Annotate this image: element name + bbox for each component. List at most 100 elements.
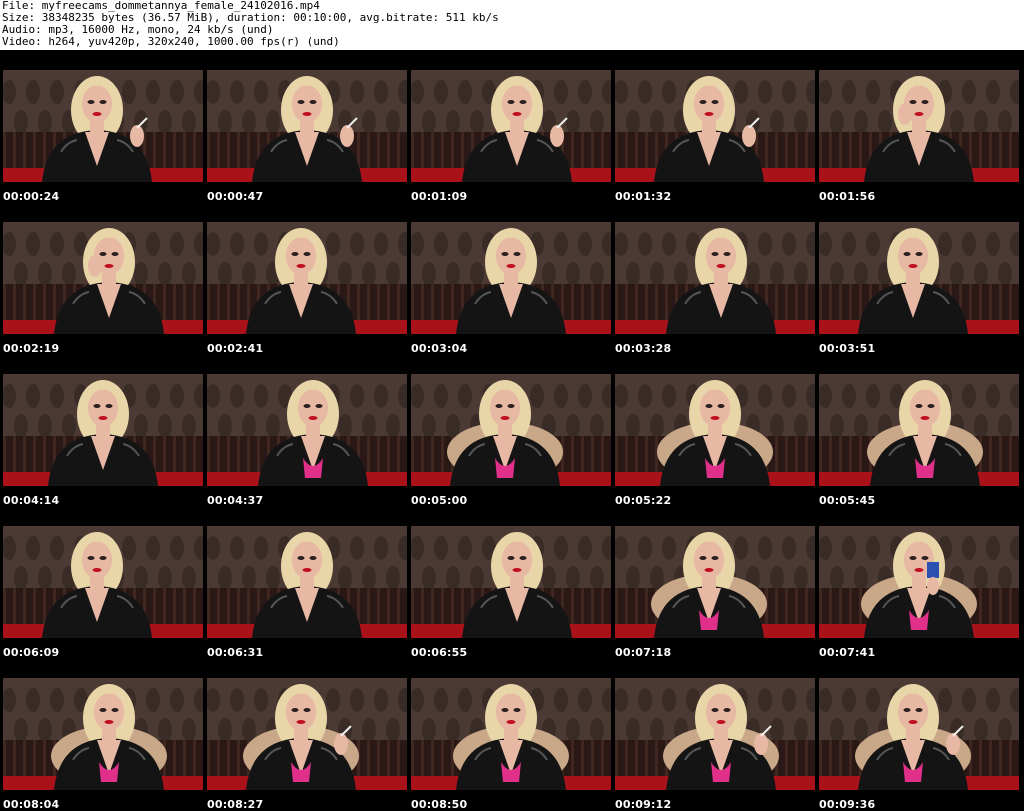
thumbnail-cell: 00:06:09 [3,526,203,678]
thumbnail-timestamp: 00:05:00 [411,494,468,507]
thumbnail-timestamp: 00:03:28 [615,342,672,355]
thumbnail-timestamp: 00:08:04 [3,798,60,811]
thumbnail-timestamp: 00:08:27 [207,798,264,811]
video-frame-thumbnail [819,526,1019,638]
video-frame-thumbnail [207,526,407,638]
frame-image [3,526,203,638]
contact-sheet: 00:00:24 00:00:47 00:01:09 00:01:32 00:01:56… [0,50,1024,811]
thumbnail-cell: 00:07:18 [615,526,815,678]
frame-image [819,526,1019,638]
frame-image [819,70,1019,182]
video-frame-thumbnail [207,678,407,790]
video-frame-thumbnail [615,374,815,486]
thumbnail-cell: 00:02:19 [3,222,203,374]
video-frame-thumbnail [3,678,203,790]
video-frame-thumbnail [3,374,203,486]
thumbnail-timestamp: 00:01:09 [411,190,468,203]
video-frame-thumbnail [615,70,815,182]
thumbnail-timestamp: 00:07:41 [819,646,876,659]
video-frame-thumbnail [819,70,1019,182]
thumbnail-timestamp: 00:01:32 [615,190,672,203]
video-frame-thumbnail [615,526,815,638]
frame-image [3,222,203,334]
thumbnail-cell: 00:03:04 [411,222,611,374]
thumbnail-cell: 00:08:04 [3,678,203,811]
thumbnail-cell: 00:00:47 [207,70,407,222]
thumbnail-cell: 00:09:36 [819,678,1019,811]
thumbnail-timestamp: 00:04:37 [207,494,264,507]
frame-image [615,374,815,486]
thumbnail-timestamp: 00:01:56 [819,190,876,203]
video-frame-thumbnail [3,222,203,334]
video-frame-thumbnail [3,526,203,638]
thumbnail-timestamp: 00:00:24 [3,190,60,203]
video-frame-thumbnail [411,374,611,486]
frame-image [207,374,407,486]
thumbnail-cell: 00:01:32 [615,70,815,222]
thumbnail-timestamp: 00:06:55 [411,646,468,659]
file-info-header: File: myfreecams_dommetannya_female_2410… [2,0,1022,50]
thumbnail-cell: 00:00:24 [3,70,203,222]
thumbnail-timestamp: 00:05:22 [615,494,672,507]
video-frame-thumbnail [819,374,1019,486]
video-frame-thumbnail [411,526,611,638]
thumbnail-timestamp: 00:00:47 [207,190,264,203]
frame-image [411,374,611,486]
thumbnail-cell: 00:05:00 [411,374,611,526]
thumbnail-cell: 00:04:37 [207,374,407,526]
thumbnail-cell: 00:06:31 [207,526,407,678]
thumbnail-timestamp: 00:06:31 [207,646,264,659]
thumbnail-cell: 00:03:51 [819,222,1019,374]
frame-image [819,222,1019,334]
frame-image [615,678,815,790]
frame-image [3,70,203,182]
frame-image [411,70,611,182]
thumbnail-cell: 00:09:12 [615,678,815,811]
thumbnail-timestamp: 00:05:45 [819,494,876,507]
thumbnail-timestamp: 00:09:12 [615,798,672,811]
frame-image [3,374,203,486]
video-frame-thumbnail [207,374,407,486]
thumbnail-cell: 00:01:09 [411,70,611,222]
thumbnail-timestamp: 00:04:14 [3,494,60,507]
frame-image [615,526,815,638]
frame-image [207,526,407,638]
thumbnail-cell: 00:01:56 [819,70,1019,222]
frame-image [207,70,407,182]
thumbnail-timestamp: 00:09:36 [819,798,876,811]
video-frame-thumbnail [411,70,611,182]
thumbnail-timestamp: 00:08:50 [411,798,468,811]
video-frame-thumbnail [3,70,203,182]
thumbnail-cell: 00:06:55 [411,526,611,678]
frame-image [207,678,407,790]
frame-image [615,222,815,334]
thumbnail-cell: 00:02:41 [207,222,407,374]
frame-image [207,222,407,334]
video-frame-thumbnail [615,222,815,334]
video-frame-thumbnail [411,222,611,334]
frame-image [819,678,1019,790]
thumbnail-cell: 00:04:14 [3,374,203,526]
thumbnail-cell: 00:03:28 [615,222,815,374]
video-frame-thumbnail [207,70,407,182]
thumbnail-timestamp: 00:02:19 [3,342,60,355]
thumbnail-cell: 00:07:41 [819,526,1019,678]
video-frame-thumbnail [819,678,1019,790]
frame-image [411,678,611,790]
video-frame-thumbnail [207,222,407,334]
thumbnail-timestamp: 00:03:04 [411,342,468,355]
thumbnail-grid: 00:00:24 00:00:47 00:01:09 00:01:32 00:01:56… [3,70,1021,811]
frame-image [411,222,611,334]
thumbnail-timestamp: 00:02:41 [207,342,264,355]
frame-image [3,678,203,790]
thumbnail-timestamp: 00:07:18 [615,646,672,659]
thumbnail-timestamp: 00:03:51 [819,342,876,355]
video-frame-thumbnail [615,678,815,790]
thumbnail-cell: 00:08:27 [207,678,407,811]
frame-image [411,526,611,638]
thumbnail-cell: 00:05:45 [819,374,1019,526]
frame-image [819,374,1019,486]
video-frame-thumbnail [819,222,1019,334]
video-frame-thumbnail [411,678,611,790]
video-info-line: Video: h264, yuv420p, 320x240, 1000.00 f… [2,35,340,48]
